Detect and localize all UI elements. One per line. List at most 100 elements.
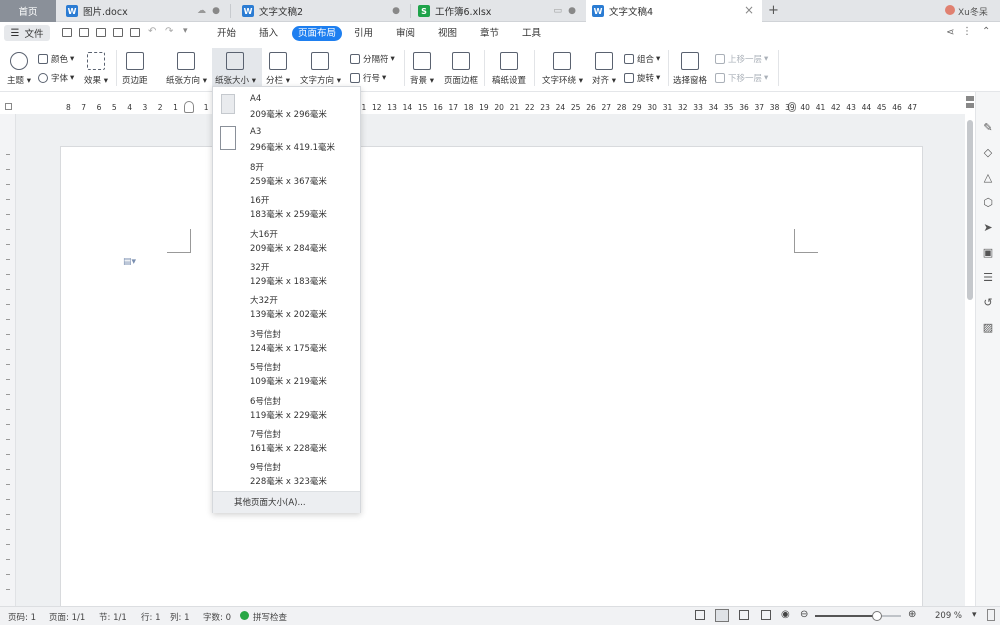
tab-workbook[interactable]: S 工作簿6.xlsx ▭ ●: [412, 0, 584, 22]
share-icon[interactable]: ⋖: [946, 27, 954, 38]
open-icon[interactable]: [62, 28, 72, 37]
menu-page-layout[interactable]: 页面布局: [292, 26, 343, 41]
history-icon[interactable]: ↺: [981, 295, 995, 309]
paper-size-option[interactable]: 9号信封 228毫米 x 323毫米: [213, 457, 360, 490]
orientation-button[interactable]: 纸张方向 ▾: [166, 52, 207, 86]
break-button[interactable]: 分隔符 ▾: [350, 53, 395, 65]
web-view-icon[interactable]: [761, 610, 771, 620]
file-menu-button[interactable]: ☰ 文件: [4, 25, 50, 41]
bring-forward-button[interactable]: 上移一层 ▾: [715, 53, 768, 65]
user-name[interactable]: Xu冬呆: [958, 5, 988, 18]
more-icon[interactable]: ⋮: [962, 26, 972, 37]
selection-pane-button[interactable]: 选择窗格: [673, 52, 707, 86]
ribbon: 主题 ▾ 颜色 ▾ 字体 ▾ 效果 ▾ 页边距 纸张方向 ▾ 纸张大小 ▾ 分栏 ▾…: [0, 44, 1000, 92]
manuscript-setup-button[interactable]: 稿纸设置: [492, 52, 526, 86]
collapse-ribbon-icon[interactable]: ⌃: [982, 26, 990, 37]
lock-icon[interactable]: ▣: [981, 245, 995, 259]
tab-dot-icon[interactable]: ●: [392, 6, 400, 16]
zoom-in-icon[interactable]: ⊕: [908, 609, 916, 620]
avatar[interactable]: [945, 5, 955, 15]
tab-close-icon[interactable]: ×: [744, 3, 754, 17]
paper-size-option[interactable]: 32开 129毫米 x 183毫米: [213, 257, 360, 290]
color-button[interactable]: 颜色 ▾: [38, 53, 74, 65]
menu-start[interactable]: 开始: [211, 26, 242, 41]
vertical-ruler[interactable]: [0, 114, 16, 606]
fit-page-icon[interactable]: [987, 609, 995, 621]
undo-icon[interactable]: ↶: [148, 26, 156, 37]
zoom-out-icon[interactable]: ⊖: [800, 609, 808, 620]
paper-size-option[interactable]: A4 209毫米 x 296毫米: [213, 90, 360, 123]
paper-size-option[interactable]: 6号信封 119毫米 x 229毫米: [213, 391, 360, 424]
print-icon[interactable]: [113, 28, 123, 37]
pointer-icon[interactable]: ➤: [981, 220, 995, 234]
paper-size-option[interactable]: 7号信封 161毫米 x 228毫米: [213, 424, 360, 457]
paper-size-option[interactable]: 大32开 139毫米 x 202毫米: [213, 290, 360, 323]
status-word-count[interactable]: 字数: 0: [203, 611, 231, 623]
columns-button[interactable]: 分栏 ▾: [266, 52, 290, 86]
menu-reference[interactable]: 引用: [348, 26, 379, 41]
paper-size-button[interactable]: 纸张大小 ▾: [215, 52, 256, 86]
image-icon[interactable]: ▨: [981, 320, 995, 334]
rotate-button[interactable]: 旋转 ▾: [624, 72, 660, 84]
align-button[interactable]: 对齐 ▾: [592, 52, 616, 86]
tab-home[interactable]: 首页: [0, 0, 56, 22]
paper-size-option[interactable]: 16开 183毫米 x 259毫米: [213, 190, 360, 223]
pen-icon[interactable]: ✎: [981, 120, 995, 134]
margin-button[interactable]: 页边距: [122, 52, 148, 86]
navigation-icon[interactable]: ⬡: [981, 195, 995, 209]
horizontal-ruler[interactable]: 8765432112345678910111213141516171819202…: [0, 100, 965, 114]
tab-dot-icon[interactable]: ●: [568, 6, 576, 16]
style-icon[interactable]: △: [981, 170, 995, 184]
save-icon[interactable]: [79, 28, 89, 37]
send-backward-button[interactable]: 下移一层 ▾: [715, 72, 768, 84]
scroll-up-icon[interactable]: [966, 103, 974, 108]
paper-size-option[interactable]: A3 296毫米 x 419.1毫米: [213, 123, 360, 156]
paper-size-option[interactable]: 8开 259毫米 x 367毫米: [213, 157, 360, 190]
zoom-slider[interactable]: [815, 611, 901, 621]
fullscreen-icon[interactable]: [695, 610, 705, 620]
menu-section[interactable]: 章节: [474, 26, 505, 41]
scroll-top-icon[interactable]: [966, 96, 974, 101]
background-button[interactable]: 背景 ▾: [410, 52, 434, 86]
theme-button[interactable]: 主题 ▾: [7, 52, 31, 86]
settings-sliders-icon[interactable]: ☰: [981, 270, 995, 284]
preview-icon[interactable]: [130, 28, 140, 37]
text-direction-button[interactable]: 文字方向 ▾: [300, 52, 341, 86]
zoom-value[interactable]: 209 %: [935, 611, 962, 621]
effect-button[interactable]: 效果 ▾: [84, 52, 108, 86]
paper-size-option[interactable]: 3号信封 124毫米 x 175毫米: [213, 324, 360, 357]
group-button[interactable]: 组合 ▾: [624, 53, 660, 65]
tab-active-document[interactable]: W 文字文稿4 ×: [586, 0, 762, 22]
shapes-icon[interactable]: ◇: [981, 145, 995, 159]
tab-dot-icon[interactable]: ●: [212, 6, 220, 16]
line-number-button[interactable]: 行号 ▾: [350, 72, 386, 84]
paste-options-icon[interactable]: ▤▾: [123, 257, 136, 267]
eye-protection-icon[interactable]: ◉: [781, 609, 790, 620]
page-border-button[interactable]: 页面边框: [444, 52, 478, 86]
menu-view[interactable]: 视图: [432, 26, 463, 41]
tab-document[interactable]: W 文字文稿2 ●: [234, 0, 408, 22]
customize-icon[interactable]: ▾: [183, 26, 188, 36]
vertical-scrollbar[interactable]: [965, 96, 975, 606]
zoom-dropdown-icon[interactable]: ▾: [972, 610, 977, 620]
menu-review[interactable]: 审阅: [390, 26, 421, 41]
text-wrap-button[interactable]: 文字环绕 ▾: [542, 52, 583, 86]
tab-document[interactable]: W 图片.docx ☁ ●: [58, 0, 228, 22]
menu-insert[interactable]: 插入: [253, 26, 284, 41]
new-tab-button[interactable]: +: [768, 3, 779, 18]
export-icon[interactable]: [96, 28, 106, 37]
scroll-thumb[interactable]: [967, 120, 973, 300]
more-page-sizes-button[interactable]: 其他页面大小(A)...: [213, 491, 360, 513]
paper-size-option[interactable]: 大16开 209毫米 x 284毫米: [213, 224, 360, 257]
page-border-icon: [452, 52, 470, 70]
menu-tools[interactable]: 工具: [516, 26, 547, 41]
page-view-icon[interactable]: [715, 609, 729, 622]
font-button[interactable]: 字体 ▾: [38, 72, 74, 84]
spell-check-button[interactable]: 拼写检查: [253, 611, 287, 623]
left-indent-marker[interactable]: [184, 101, 194, 113]
outline-view-icon[interactable]: [739, 610, 749, 620]
paper-size-option[interactable]: 5号信封 109毫米 x 219毫米: [213, 357, 360, 390]
zoom-slider-knob[interactable]: [871, 611, 882, 621]
redo-icon[interactable]: ↷: [165, 26, 173, 37]
document-page[interactable]: ▤▾: [60, 146, 923, 608]
